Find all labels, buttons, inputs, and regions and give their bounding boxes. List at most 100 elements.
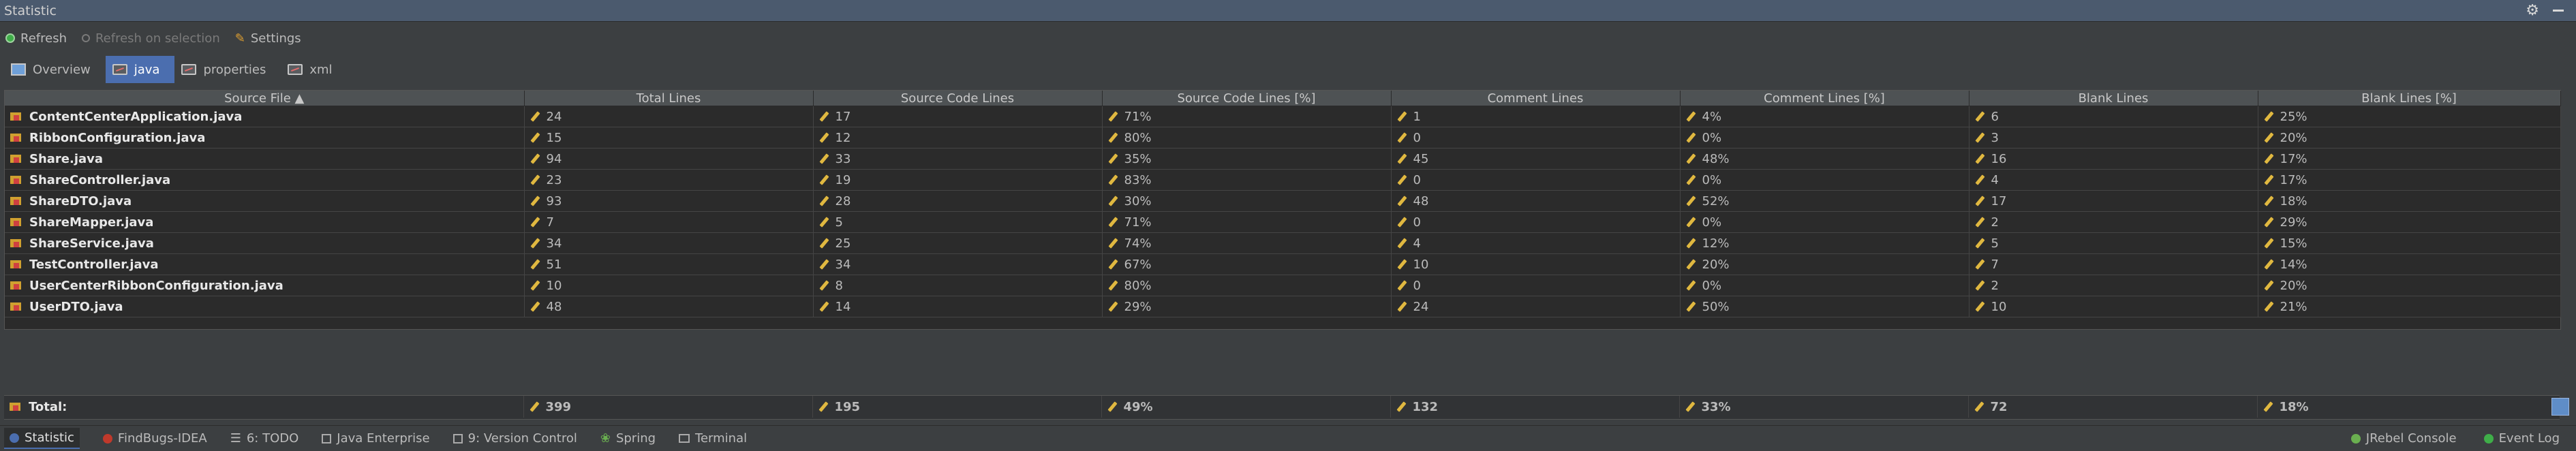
column-header-total-lines[interactable]: Total Lines: [524, 91, 814, 106]
tool-tab-version-control[interactable]: 9: Version Control: [453, 431, 577, 446]
table-row[interactable]: ShareMapper.java 7 5 71% 0 0% 2 29%: [5, 211, 2561, 233]
tool-tab-label: Java Enterprise: [337, 431, 430, 446]
table-row[interactable]: UserCenterRibbonConfiguration.java 10 8 80%…: [5, 275, 2561, 296]
table-row[interactable]: Share.java 94 33 35% 45 48% 16 17%: [5, 148, 2561, 170]
metric-value: 25%: [2280, 109, 2307, 124]
metric-cell: 16: [1969, 148, 2258, 170]
metric-value: 34: [835, 257, 851, 272]
metric-cell: 34: [524, 232, 814, 254]
pencil-icon: [1686, 260, 1696, 269]
tool-tab-java-enterprise[interactable]: Java Enterprise: [322, 431, 430, 446]
tab-java[interactable]: java: [105, 56, 175, 83]
column-header-source-code-lines-percent[interactable]: Source Code Lines [%]: [1102, 91, 1392, 106]
metric-value: 29%: [1124, 299, 1152, 314]
pencil-icon: [1397, 260, 1407, 269]
metric-cell: 0: [1391, 211, 1681, 233]
source-file-name: ShareService.java: [29, 236, 154, 251]
metric-cell: 8: [813, 275, 1103, 296]
source-file-cell: ShareMapper.java: [5, 211, 525, 233]
metric-cell: 4: [1391, 232, 1681, 254]
metric-cell: 20%: [1680, 253, 1969, 275]
table-row[interactable]: UserDTO.java 48 14 29% 24 50% 10 21%: [5, 296, 2561, 317]
metric-value: 7: [1991, 257, 1999, 272]
column-header-source-file[interactable]: Source File ▲: [5, 91, 525, 106]
metric-value: 0%: [1702, 215, 1722, 230]
metric-cell: 7: [524, 211, 814, 233]
tool-tab-statistic[interactable]: Statistic: [4, 428, 80, 449]
tab-properties[interactable]: properties: [174, 56, 281, 83]
pencil-icon: [2264, 217, 2273, 227]
metric-cell: 12%: [1680, 232, 1969, 254]
metric-cell: 71%: [1102, 106, 1392, 127]
source-file-name: UserCenterRibbonConfiguration.java: [29, 278, 283, 293]
scrollbar-corner[interactable]: [2551, 398, 2569, 416]
tab-label: properties: [203, 62, 266, 77]
table-row[interactable]: ShareDTO.java 93 28 30% 48 52% 17 18%: [5, 190, 2561, 212]
pencil-icon: [530, 238, 540, 248]
metric-value: 94: [546, 151, 562, 166]
metric-cell: 14: [813, 296, 1103, 317]
pencil-icon: [1975, 238, 1984, 248]
metric-cell: 29%: [1102, 296, 1392, 317]
metric-value: 67%: [1124, 257, 1152, 272]
refresh-on-selection-button[interactable]: Refresh on selection: [81, 31, 220, 46]
metric-cell: 25: [813, 232, 1103, 254]
metric-value: 17: [1991, 193, 2007, 208]
tool-tab-label: 9: Version Control: [467, 431, 577, 446]
metric-cell: 74%: [1102, 232, 1392, 254]
metric-value: 20%: [2280, 130, 2307, 145]
table-row[interactable]: TestController.java 51 34 67% 10 20% 7 14%: [5, 253, 2561, 275]
metric-value: 0: [1413, 130, 1421, 145]
tool-tab-terminal[interactable]: Terminal: [679, 431, 747, 446]
tool-tab-findbugs[interactable]: FindBugs-IDEA: [102, 431, 207, 446]
table-row[interactable]: ContentCenterApplication.java 24 17 71% 1 4% 6…: [5, 106, 2561, 127]
column-header-comment-lines-percent[interactable]: Comment Lines [%]: [1680, 91, 1969, 106]
column-header-source-code-lines[interactable]: Source Code Lines: [813, 91, 1103, 106]
column-header-comment-lines[interactable]: Comment Lines: [1391, 91, 1681, 106]
pencil-icon: [1108, 281, 1118, 290]
metric-value: 14: [835, 299, 851, 314]
tool-tab-todo[interactable]: ☰ 6: TODO: [230, 431, 299, 446]
pencil-icon: [1397, 196, 1407, 206]
metric-cell: 93: [524, 190, 814, 212]
refresh-button[interactable]: Refresh: [5, 31, 67, 46]
metric-value: 0%: [1702, 172, 1722, 187]
metric-value: 48%: [1702, 151, 1730, 166]
metric-value: 30%: [1124, 193, 1152, 208]
metric-cell: 23: [524, 169, 814, 191]
metric-value: 10: [546, 278, 562, 293]
jrebel-icon: [2350, 433, 2361, 444]
total-cell: 132: [1390, 396, 1680, 418]
pencil-icon: [819, 154, 829, 164]
metric-cell: 0%: [1680, 169, 1969, 191]
metric-value: 0: [1413, 215, 1421, 230]
settings-button[interactable]: ✎ Settings: [235, 31, 301, 46]
minimize-icon[interactable]: [2553, 10, 2564, 12]
metric-cell: 34: [813, 253, 1103, 275]
total-cell: 18%: [2257, 396, 2560, 418]
tool-tab-event-log[interactable]: Event Log: [2483, 431, 2560, 446]
tool-tab-jrebel-console[interactable]: JRebel Console: [2350, 431, 2457, 446]
table-row[interactable]: ShareService.java 34 25 74% 4 12% 5 15%: [5, 232, 2561, 254]
table-row[interactable]: ShareController.java 23 19 83% 0 0% 4 17%: [5, 169, 2561, 191]
tab-label: java: [134, 62, 160, 77]
metric-cell: 19: [813, 169, 1103, 191]
column-header-blank-lines[interactable]: Blank Lines: [1969, 91, 2258, 106]
metric-value: 16: [1991, 151, 2007, 166]
tab-xml[interactable]: xml: [281, 56, 347, 83]
search-icon: [81, 34, 90, 42]
tab-overview[interactable]: Overview: [4, 56, 106, 83]
metric-cell: 7: [1969, 253, 2258, 275]
table-row[interactable]: RibbonConfiguration.java 15 12 80% 0 0% 3 20%: [5, 127, 2561, 149]
pencil-icon: [2264, 154, 2273, 164]
metric-value: 2: [1991, 215, 1999, 230]
pencil-icon: [2264, 112, 2273, 121]
class-icon: [10, 238, 22, 249]
metric-value: 50%: [1702, 299, 1730, 314]
gear-icon[interactable]: ⚙: [2526, 2, 2539, 19]
tool-tab-spring[interactable]: ❀ Spring: [600, 431, 656, 446]
pencil-icon: [1975, 217, 1984, 227]
metric-value: 6: [1991, 109, 1999, 124]
column-header-blank-lines-percent[interactable]: Blank Lines [%]: [2258, 91, 2561, 106]
metric-value: 0%: [1702, 278, 1722, 293]
